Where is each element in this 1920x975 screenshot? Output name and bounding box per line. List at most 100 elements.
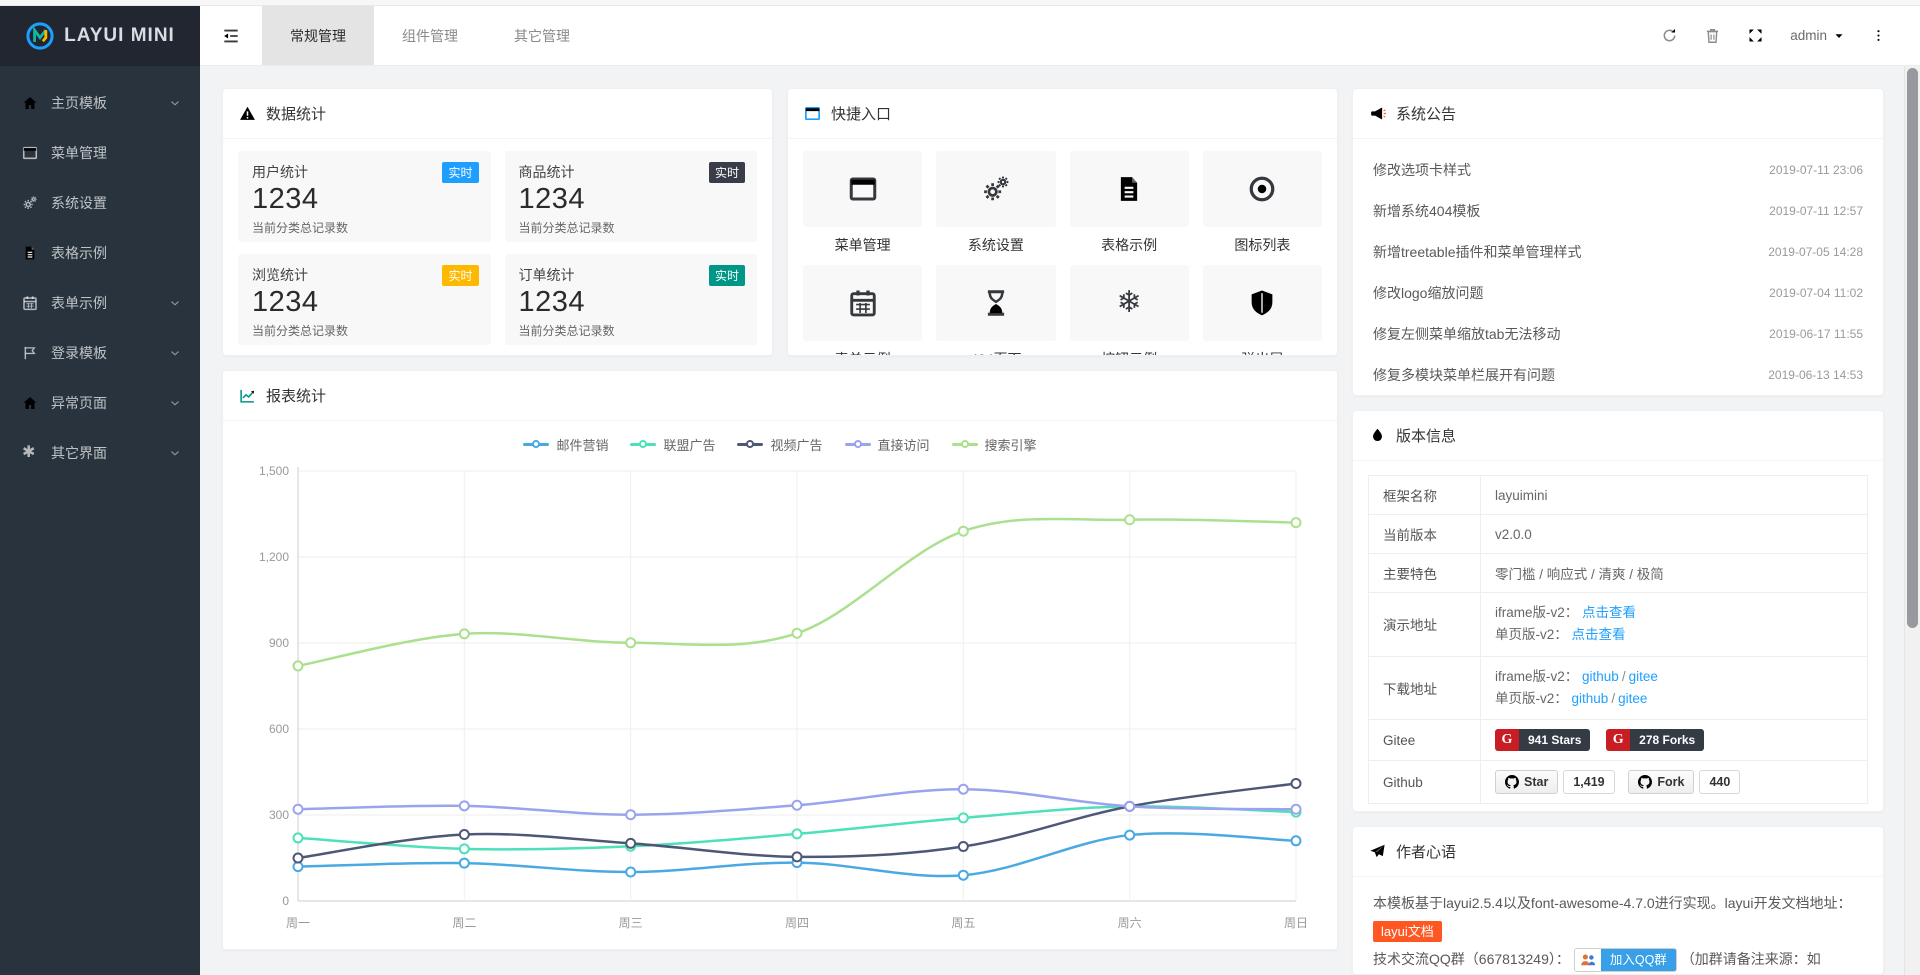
- line-chart[interactable]: 03006009001,2001,500周一周二周三周四周五周六周日: [238, 459, 1324, 939]
- report-chart-card: 报表统计 邮件营销联盟广告视频广告直接访问搜索引擎 03006009001,20…: [222, 370, 1338, 950]
- legend-item-直接访问[interactable]: 直接访问: [845, 435, 930, 454]
- calendar-icon: [848, 288, 878, 318]
- paper-plane-icon: [1369, 843, 1386, 860]
- github-star-button[interactable]: Star: [1495, 770, 1558, 794]
- quick-entry-404页面[interactable]: 404页面: [936, 265, 1055, 356]
- sidebar-item-label: 异常页面: [51, 393, 168, 413]
- side-menu: 主页模板菜单管理系统设置表格示例表单示例登录模板异常页面 ✱其它界面: [0, 66, 200, 478]
- notice-item[interactable]: 修复左侧菜单缩放tab无法移动2019-06-17 11:55: [1373, 313, 1863, 354]
- notice-item[interactable]: 修改logo缩放问题2019-07-04 11:02: [1373, 272, 1863, 313]
- sidebar-item-其它界面[interactable]: ✱其它界面: [0, 428, 200, 478]
- svg-text:周六: 周六: [1118, 916, 1142, 930]
- stat-desc: 当前分类总记录数: [519, 322, 744, 339]
- scrollbar-thumb[interactable]: [1907, 68, 1918, 628]
- notice-item[interactable]: 修改选项卡样式 2019-07-11 23:06: [1373, 149, 1863, 190]
- sidebar-item-主页模板[interactable]: 主页模板: [0, 78, 200, 128]
- vertical-scrollbar[interactable]: [1904, 66, 1920, 975]
- legend-item-搜索引擎[interactable]: 搜索引擎: [952, 435, 1037, 454]
- notice-item[interactable]: 新增treetable插件和菜单管理样式2019-07-05 14:28: [1373, 231, 1863, 272]
- quick-entry-label: 表格示例: [1070, 235, 1189, 255]
- version-row-label: 主要特色: [1369, 554, 1481, 593]
- quick-entry-表单示例[interactable]: 表单示例: [803, 265, 922, 356]
- legend-item-邮件营销[interactable]: 邮件营销: [523, 435, 608, 454]
- chevron-down-icon: [168, 396, 182, 410]
- github-fork-count[interactable]: 440: [1699, 770, 1740, 794]
- quick-entry-按钮示例[interactable]: ❄按钮示例: [1070, 265, 1189, 356]
- caret-down-icon: [1833, 30, 1845, 42]
- stat-desc: 当前分类总记录数: [252, 219, 477, 236]
- stat-value: 1234: [252, 183, 477, 216]
- sidebar-item-表格示例[interactable]: 表格示例: [0, 228, 200, 278]
- card-title: 版本信息: [1396, 425, 1456, 446]
- version-row-label: Github: [1369, 761, 1481, 804]
- download-github-link[interactable]: github: [1572, 691, 1609, 706]
- quick-entry-系统设置[interactable]: 系统设置: [936, 151, 1055, 255]
- refresh-icon[interactable]: [1661, 27, 1678, 44]
- clear-cache-icon[interactable]: [1704, 27, 1721, 44]
- sidebar-item-登录模板[interactable]: 登录模板: [0, 328, 200, 378]
- sidebar-item-系统设置[interactable]: 系统设置: [0, 178, 200, 228]
- shield-icon: [1247, 288, 1277, 318]
- download-gitee-link[interactable]: gitee: [1618, 691, 1647, 706]
- notice-time: 2019-06-17 11:55: [1769, 327, 1863, 341]
- sidebar-item-菜单管理[interactable]: 菜单管理: [0, 128, 200, 178]
- card-title: 快捷入口: [831, 103, 891, 124]
- quick-entry-表格示例[interactable]: 表格示例: [1070, 151, 1189, 255]
- stat-value: 1234: [519, 286, 744, 319]
- notice-time: 2019-07-11 23:06: [1769, 163, 1863, 177]
- line-chart-icon: [239, 387, 256, 404]
- layui-doc-badge[interactable]: layui文档: [1373, 921, 1442, 942]
- stat-box-浏览统计: 浏览统计实时1234当前分类总记录数: [238, 254, 491, 345]
- version-row-label: 下载地址: [1369, 656, 1481, 720]
- demo-iframe-link[interactable]: 点击查看: [1582, 605, 1636, 620]
- download-github-link[interactable]: github: [1582, 669, 1619, 684]
- tab-常规管理[interactable]: 常规管理: [262, 6, 374, 65]
- github-star-count[interactable]: 1,419: [1563, 770, 1614, 794]
- sidebar-item-异常页面[interactable]: 异常页面: [0, 378, 200, 428]
- user-menu[interactable]: admin: [1790, 28, 1845, 43]
- gitee-logo: G: [1495, 729, 1519, 751]
- stats-grid: 用户统计实时1234当前分类总记录数商品统计实时1234当前分类总记录数浏览统计…: [223, 139, 772, 356]
- version-row-label: 框架名称: [1369, 476, 1481, 515]
- quick-entry-card: 快捷入口 菜单管理系统设置表格示例图标列表表单示例 404页面❄按钮示例弹出层: [787, 88, 1338, 356]
- notice-text: 修改选项卡样式: [1373, 160, 1471, 180]
- demo-spa-link[interactable]: 点击查看: [1572, 627, 1626, 642]
- file-icon: [22, 245, 38, 261]
- fullscreen-icon[interactable]: [1747, 27, 1764, 44]
- legend-label: 邮件营销: [556, 435, 608, 454]
- sidebar-collapse-button[interactable]: [200, 6, 262, 65]
- notice-item[interactable]: 新增系统404模板2019-07-11 12:57: [1373, 190, 1863, 231]
- notice-text: 新增系统404模板: [1373, 201, 1480, 221]
- quick-entry-菜单管理[interactable]: 菜单管理: [803, 151, 922, 255]
- quick-entry-label: 系统设置: [936, 235, 1055, 255]
- card-title: 数据统计: [266, 103, 326, 124]
- quick-entry-label: 表单示例: [803, 349, 922, 356]
- svg-text:0: 0: [282, 894, 289, 908]
- svg-text:1,500: 1,500: [259, 464, 289, 478]
- notice-item[interactable]: 修复多模块菜单栏展开有问题2019-06-13 14:53: [1373, 354, 1863, 395]
- sidebar-item-表单示例[interactable]: 表单示例: [0, 278, 200, 328]
- username: admin: [1790, 28, 1827, 43]
- gitee-stars-badge[interactable]: G 941 Stars: [1495, 729, 1590, 751]
- quick-entry-图标列表[interactable]: 图标列表: [1203, 151, 1322, 255]
- download-gitee-link[interactable]: gitee: [1629, 669, 1658, 684]
- legend-item-联盟广告[interactable]: 联盟广告: [630, 435, 715, 454]
- asterisk-icon: ✱: [22, 445, 35, 461]
- sidebar-item-label: 登录模板: [51, 343, 168, 363]
- logo-text: LAYUI MINI: [64, 25, 175, 47]
- svg-text:周日: 周日: [1284, 916, 1308, 930]
- join-qq-group-badge[interactable]: 加入QQ群: [1574, 948, 1677, 972]
- tab-其它管理[interactable]: 其它管理: [486, 6, 598, 65]
- snow-icon: ❄: [1117, 288, 1142, 318]
- notice-time: 2019-07-04 11:02: [1769, 286, 1863, 300]
- version-info-card: 版本信息 框架名称 layuimini 当前版本 v2.0.0 主要特色 零门槛…: [1352, 410, 1884, 812]
- logo[interactable]: LAYUI MINI: [0, 6, 200, 66]
- more-options-icon[interactable]: [1871, 27, 1886, 44]
- notice-time: 2019-06-13 14:53: [1768, 368, 1863, 382]
- gitee-forks-badge[interactable]: G 278 Forks: [1606, 729, 1704, 751]
- quick-entry-弹出层[interactable]: 弹出层: [1203, 265, 1322, 356]
- legend-item-视频广告[interactable]: 视频广告: [737, 435, 822, 454]
- tab-组件管理[interactable]: 组件管理: [374, 6, 486, 65]
- gears-icon: [981, 174, 1011, 204]
- github-fork-button[interactable]: Fork: [1628, 770, 1694, 794]
